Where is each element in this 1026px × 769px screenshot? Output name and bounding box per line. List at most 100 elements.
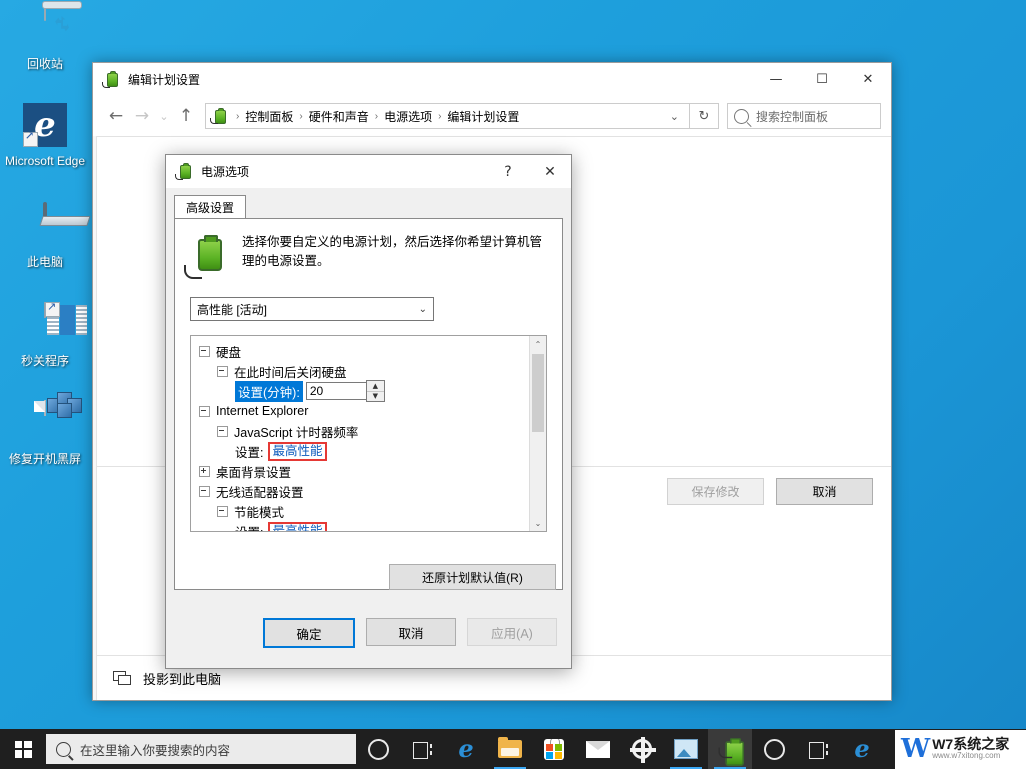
power-plan-select[interactable]: 高性能 [活动] ⌄ [190,297,434,321]
minutes-input[interactable] [306,382,366,400]
forward-button[interactable]: → [129,103,155,129]
refresh-button[interactable]: ↻ [690,103,719,129]
chevron-down-icon: ⌄ [419,304,427,315]
restore-plan-defaults-button[interactable]: 还原计划默认值(R) [389,564,556,590]
mail-icon [586,741,610,758]
taskbar-item-task-view-2[interactable] [796,729,840,769]
taskbar-item-microsoft-edge[interactable]: e [444,729,488,769]
cancel-button[interactable]: 取消 [366,618,456,646]
close-button[interactable]: ✕ [529,155,571,188]
action-buttons: 保存修改 取消 [667,478,873,505]
tree-item[interactable]: 在此时间后关闭硬盘 [197,361,529,381]
scroll-up-icon[interactable]: ⌃ [530,336,546,352]
tree-item-setting-minutes[interactable]: 设置(分钟): ▲ ▼ [197,381,529,401]
stepper-down-icon[interactable]: ▼ [367,392,384,402]
scroll-down-icon[interactable]: ⌄ [530,515,546,531]
collapse-expander-icon[interactable] [217,506,228,517]
dialog-titlebar[interactable]: 电源选项 ? ✕ [166,155,571,188]
ok-button[interactable]: 确定 [263,618,355,648]
tree-item-label: 无线适配器设置 [216,482,304,501]
desktop-icon-microsoft-edge[interactable]: e Microsoft Edge [2,101,88,168]
desktop-icon-this-pc[interactable]: 此电脑 [2,204,88,269]
tree-item-label: 节能模式 [234,502,284,521]
tree-item[interactable]: 节能模式 [197,501,529,521]
window-titlebar[interactable]: 编辑计划设置 — ☐ ✕ [93,63,891,96]
tree-item[interactable]: 无线适配器设置 [197,481,529,501]
desktop-icon-recycle-bin[interactable]: 回收站 [2,6,88,71]
windows-logo-icon [15,741,32,758]
breadcrumb-item-control-panel[interactable]: 控制面板 [243,108,295,125]
back-button[interactable]: ← [103,103,129,129]
taskbar-item-file-explorer[interactable] [488,729,532,769]
taskbar-item-cortana-2[interactable] [752,729,796,769]
taskbar-item-power-options[interactable] [708,729,752,769]
setting-label: 设置(分钟): [235,381,303,402]
expand-expander-icon[interactable] [199,466,210,477]
tree-item-setting-js-timer[interactable]: 设置: 最高性能 [197,441,529,461]
start-button[interactable] [0,729,46,769]
scrollbar-thumb[interactable] [532,354,544,432]
stepper-buttons[interactable]: ▲ ▼ [366,380,385,402]
address-bar[interactable]: › 控制面板 › 硬件和声音 › 电源选项 › 编辑计划设置 ⌄ [205,103,690,129]
taskbar-item-photos[interactable] [664,729,708,769]
up-button[interactable]: ↑ [173,103,199,129]
tree-scrollbar[interactable]: ⌃ ⌄ [529,336,546,531]
taskbar-item-task-view[interactable] [400,729,444,769]
tree-item[interactable]: Internet Explorer [197,401,529,421]
advanced-settings-tree[interactable]: 硬盘 在此时间后关闭硬盘 设置(分钟): ▲ [190,335,547,532]
watermark-logo: W [901,736,928,762]
minutes-stepper[interactable]: ▲ ▼ [306,380,385,402]
taskbar: 在这里输入你要搜索的内容 e e W W7系统之 [0,729,1026,769]
watermark-title: W7系统之家 [932,737,1009,751]
help-button[interactable]: ? [487,155,529,188]
collapse-expander-icon[interactable] [199,346,210,357]
apply-button[interactable]: 应用(A) [467,618,557,646]
stepper-up-icon[interactable]: ▲ [367,381,384,392]
collapse-expander-icon[interactable] [217,366,228,377]
annotation-red-box: 最高性能 [268,442,326,461]
tab-page-advanced-settings: 选择你要自定义的电源计划，然后选择你希望计算机管理的电源设置。 高性能 [活动]… [174,218,563,590]
taskbar-item-microsoft-edge-2[interactable]: e [840,729,884,769]
project-screen-icon [113,671,131,685]
desktop-icon-label: 回收站 [2,57,88,71]
photos-icon [674,739,698,759]
taskbar-item-settings[interactable] [620,729,664,769]
power-options-dialog: 电源选项 ? ✕ 高级设置 选择你要自定义的电源计划，然后选择你希望计算机管理的… [165,154,572,669]
taskbar-search-input[interactable]: 在这里输入你要搜索的内容 [46,734,356,764]
power-plug-icon [177,163,194,180]
desktop-icon-quick-close-program[interactable]: 秒关程序 [2,303,88,368]
fix-boot-blackscreen-icon [21,401,69,449]
maximize-button[interactable]: ☐ [799,63,845,96]
close-button[interactable]: ✕ [845,63,891,96]
breadcrumb-separator: › [434,111,445,122]
tree-item-setting-power-saving[interactable]: 设置: 最高性能 [197,521,529,531]
setting-value[interactable]: 最高性能 [272,524,322,532]
collapse-expander-icon[interactable] [199,406,210,417]
edge-icon: e [854,737,869,761]
taskbar-item-mail[interactable] [576,729,620,769]
tree-item[interactable]: 桌面背景设置 [197,461,529,481]
breadcrumb-item-hardware-sound[interactable]: 硬件和声音 [307,108,371,125]
edge-icon: e [458,737,473,761]
chevron-down-icon[interactable]: ⌄ [664,110,685,123]
recent-locations-button[interactable]: ⌄ [155,103,173,129]
taskbar-item-cortana[interactable] [356,729,400,769]
tree-item-label: 硬盘 [216,342,241,361]
setting-value[interactable]: 最高性能 [272,444,322,458]
breadcrumb-item-power-options[interactable]: 电源选项 [382,108,434,125]
tree-item[interactable]: JavaScript 计时器频率 [197,421,529,441]
minimize-button[interactable]: — [753,63,799,96]
breadcrumb-item-edit-plan-settings[interactable]: 编辑计划设置 [445,108,521,125]
tab-advanced-settings[interactable]: 高级设置 [174,195,246,218]
search-control-panel-input[interactable]: 搜索控制面板 [727,103,881,129]
desktop-icon-fix-boot-blackscreen[interactable]: 修复开机黑屏 [2,401,88,466]
power-plug-icon [212,108,228,124]
cancel-button[interactable]: 取消 [776,478,873,505]
taskbar-item-microsoft-store[interactable] [532,729,576,769]
collapse-expander-icon[interactable] [217,426,228,437]
save-changes-button[interactable]: 保存修改 [667,478,764,505]
tree-item[interactable]: 硬盘 [197,341,529,361]
breadcrumb-separator: › [295,111,306,122]
collapse-expander-icon[interactable] [199,486,210,497]
watermark-url: www.w7xitong.com [932,751,1009,761]
